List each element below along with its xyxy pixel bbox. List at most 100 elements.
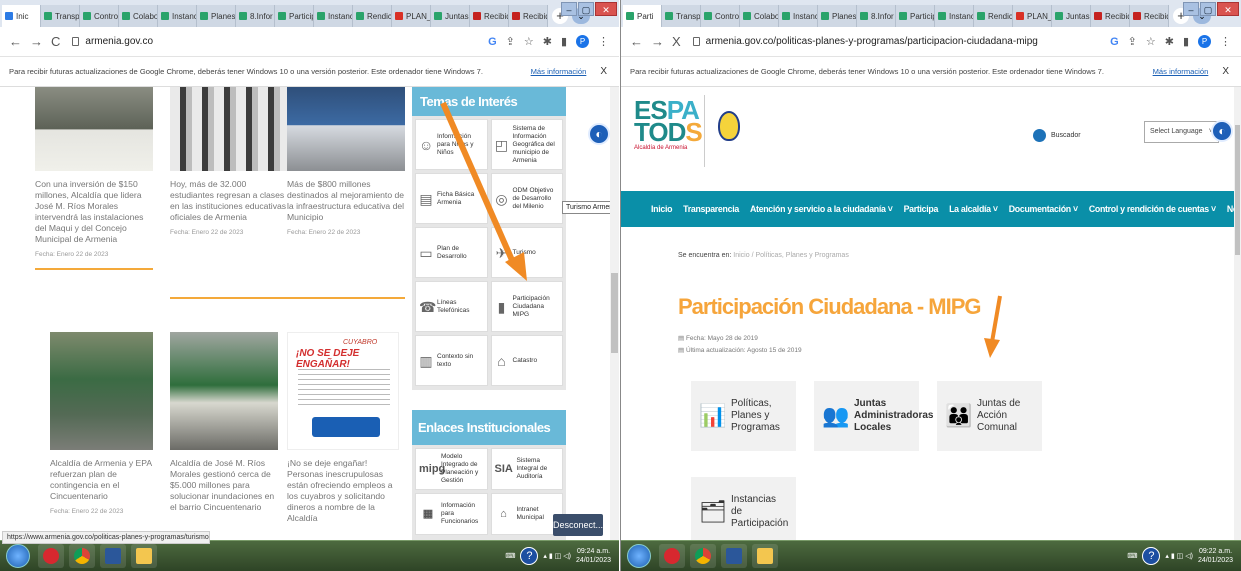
sidepanel-icon[interactable]: ▮: [1183, 35, 1189, 48]
maximize-button[interactable]: ▢: [1200, 2, 1216, 16]
forward-icon[interactable]: →: [651, 34, 664, 49]
browser-tab[interactable]: Transp: [662, 5, 701, 27]
browser-tab[interactable]: Instanc: [935, 5, 974, 27]
word-icon[interactable]: [721, 544, 747, 568]
extensions-icon[interactable]: ✱: [1165, 35, 1174, 48]
lock-icon[interactable]: [692, 37, 700, 46]
network-icon[interactable]: ▴ ▮ ◫ ◁): [1165, 552, 1193, 560]
back-icon[interactable]: ←: [9, 34, 22, 49]
chrome-icon[interactable]: [690, 544, 716, 568]
news-image[interactable]: [50, 332, 153, 450]
browser-tab[interactable]: Instanc: [779, 5, 818, 27]
menu-item[interactable]: Participa: [904, 204, 939, 214]
close-window-button[interactable]: ✕: [595, 2, 617, 16]
tema-item[interactable]: ⌂ Catastro: [490, 335, 563, 386]
lock-icon[interactable]: [72, 37, 80, 46]
back-icon[interactable]: ←: [630, 34, 643, 49]
more-info-link[interactable]: Más información: [531, 67, 587, 76]
browser-tab[interactable]: 8.Infor: [857, 5, 896, 27]
forward-icon[interactable]: →: [30, 34, 43, 49]
browser-tab[interactable]: Planes: [818, 5, 857, 27]
menu-kebab-icon[interactable]: ⋮: [598, 35, 609, 48]
tema-item[interactable]: ▥ Contexto sin texto: [415, 335, 488, 386]
url-field[interactable]: armenia.gov.co/politicas-planes-y-progra…: [706, 36, 1110, 47]
accessibility-button[interactable]: ◐: [588, 123, 610, 145]
news-text[interactable]: Con una inversión de $150 millones, Alca…: [35, 179, 153, 245]
close-window-button[interactable]: ✕: [1217, 2, 1239, 16]
news-text[interactable]: Alcaldía de José M. Ríos Morales gestion…: [170, 458, 280, 513]
news-text[interactable]: ¡No se deje engañar! Personas inescrupul…: [287, 458, 402, 524]
search-link[interactable]: Buscador: [1033, 129, 1081, 142]
browser-tab[interactable]: Parti: [623, 5, 662, 27]
opera-icon[interactable]: [38, 544, 64, 568]
card-instancias[interactable]: 🗂 Instancias de Participación: [691, 477, 796, 540]
disconnect-button[interactable]: Desconect...: [553, 514, 603, 536]
browser-tab[interactable]: Recibid: [1130, 5, 1169, 27]
help-icon[interactable]: ?: [520, 547, 539, 565]
tema-item[interactable]: ☎ Líneas Telefónicas: [415, 281, 488, 332]
news-image[interactable]: [170, 87, 288, 171]
extensions-icon[interactable]: ✱: [543, 35, 552, 48]
profile-avatar[interactable]: P: [1198, 35, 1211, 48]
browser-tab[interactable]: Rendic: [353, 5, 392, 27]
stop-icon[interactable]: X: [672, 34, 681, 49]
word-icon[interactable]: [100, 544, 126, 568]
clock[interactable]: 09:24 a.m. 24/01/2023: [576, 547, 611, 565]
folder-icon[interactable]: [131, 544, 157, 568]
browser-tab[interactable]: Particip: [275, 5, 314, 27]
menu-item[interactable]: Atención y servicio a la ciudadanía ˅: [750, 204, 893, 214]
news-card[interactable]: Hoy, más de 32.000 estudiantes regresan …: [170, 87, 288, 236]
profile-avatar[interactable]: P: [576, 35, 589, 48]
share-icon[interactable]: ⇪: [506, 35, 515, 48]
news-image[interactable]: [287, 87, 405, 171]
minimize-button[interactable]: –: [1183, 2, 1199, 16]
menu-kebab-icon[interactable]: ⋮: [1220, 35, 1231, 48]
chrome-icon[interactable]: [69, 544, 95, 568]
enlace-item[interactable]: SIA Sistema Integral de Auditoría: [490, 448, 563, 490]
minimize-button[interactable]: –: [561, 2, 577, 16]
scrollbar-thumb[interactable]: [1235, 125, 1240, 255]
browser-tab[interactable]: Juntas: [1052, 5, 1091, 27]
infobar-close-icon[interactable]: X: [600, 66, 607, 77]
browser-tab[interactable]: Contro: [701, 5, 740, 27]
card-jac[interactable]: 👪 Juntas de Acción Comunal: [937, 381, 1042, 451]
browser-tab[interactable]: Recibid: [1091, 5, 1130, 27]
browser-tab[interactable]: Inic: [2, 5, 41, 27]
menu-item[interactable]: La alcaldía ˅: [949, 204, 998, 214]
scrollbar[interactable]: [1234, 87, 1241, 540]
browser-tab[interactable]: PLAN_: [1013, 5, 1052, 27]
browser-tab[interactable]: Colabo: [119, 5, 158, 27]
news-card[interactable]: Con una inversión de $150 millones, Alca…: [35, 87, 153, 270]
poster-image[interactable]: CUYABRO ¡NO SE DEJE ENGAÑAR!: [287, 332, 399, 450]
browser-tab[interactable]: Recibid: [509, 5, 548, 27]
enlace-item[interactable]: ▦ Información para Funcionarios: [415, 493, 488, 535]
browser-tab[interactable]: Instanc: [314, 5, 353, 27]
menu-item[interactable]: Documentación ˅: [1009, 204, 1078, 214]
news-card[interactable]: CUYABRO ¡NO SE DEJE ENGAÑAR! ¡No se deje…: [287, 332, 405, 524]
menu-item[interactable]: Transparencia: [683, 204, 739, 214]
reload-icon[interactable]: C: [51, 34, 60, 49]
bookmark-star-icon[interactable]: ☆: [1146, 35, 1156, 48]
maximize-button[interactable]: ▢: [578, 2, 594, 16]
browser-tab[interactable]: PLAN_: [392, 5, 431, 27]
news-image[interactable]: [170, 332, 278, 450]
browser-tab[interactable]: 8.Infor: [236, 5, 275, 27]
accessibility-button[interactable]: ◐: [1211, 120, 1233, 142]
menu-item[interactable]: Control y rendición de cuentas ˅: [1089, 204, 1216, 214]
site-logo[interactable]: ESPA TODS Alcaldía de Armenia: [634, 97, 704, 151]
menu-item[interactable]: Inicio: [651, 204, 672, 214]
card-politicas[interactable]: 📊 Políticas, Planes y Programas: [691, 381, 796, 451]
clock[interactable]: 09:22 a.m. 24/01/2023: [1198, 547, 1233, 565]
folder-icon[interactable]: [752, 544, 778, 568]
browser-tab[interactable]: Transp: [41, 5, 80, 27]
browser-tab[interactable]: Juntas: [431, 5, 470, 27]
more-info-link[interactable]: Más información: [1153, 67, 1209, 76]
breadcrumb-path[interactable]: Inicio / Políticas, Planes y Programas: [733, 252, 849, 259]
browser-tab[interactable]: Planes: [197, 5, 236, 27]
news-card[interactable]: Alcaldía de José M. Ríos Morales gestion…: [170, 332, 288, 513]
browser-tab[interactable]: Contro: [80, 5, 119, 27]
bookmark-star-icon[interactable]: ☆: [524, 35, 534, 48]
share-icon[interactable]: ⇪: [1128, 35, 1137, 48]
sidepanel-icon[interactable]: ▮: [561, 35, 567, 48]
network-icon[interactable]: ▴ ▮ ◫ ◁): [543, 552, 571, 560]
